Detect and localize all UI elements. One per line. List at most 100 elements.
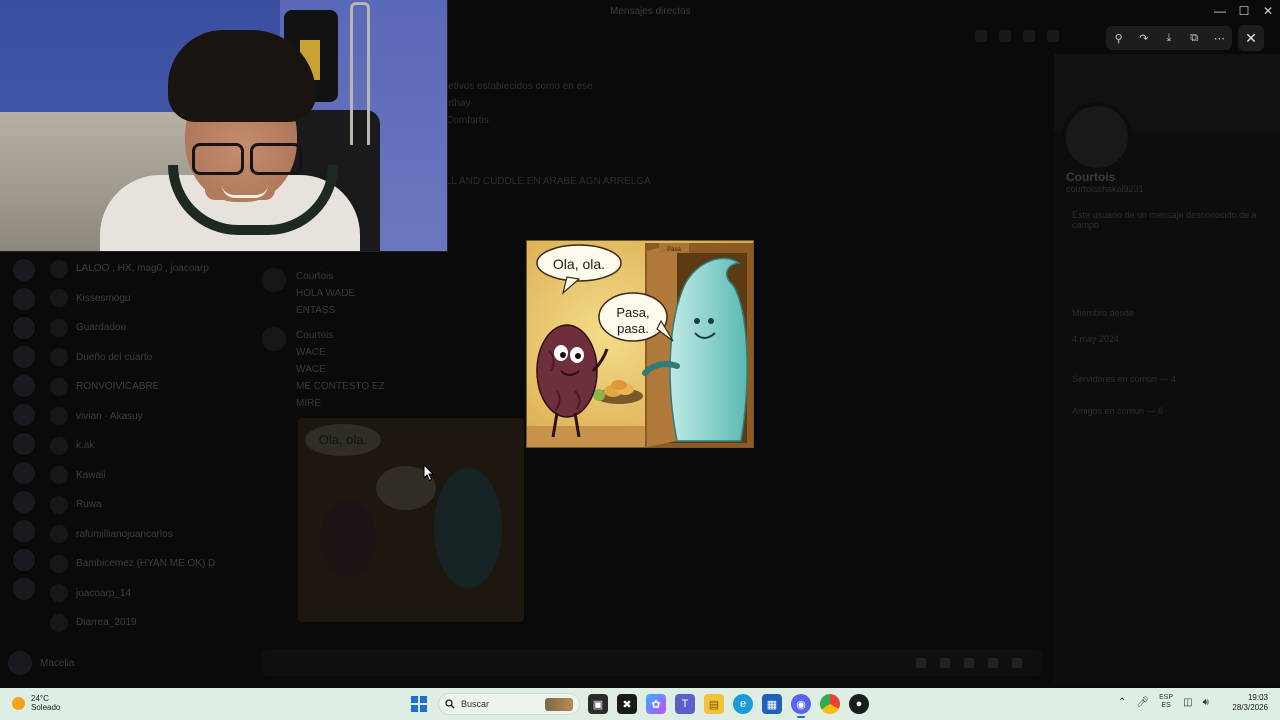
edge-icon[interactable]: e — [733, 694, 753, 714]
discord-icon[interactable]: ◉ — [791, 694, 811, 718]
dm-item[interactable]: Kawaii — [50, 461, 260, 491]
clock-time: 19:03 — [1247, 693, 1268, 702]
server-icon[interactable] — [13, 462, 35, 484]
dm-item[interactable]: joacoarp_14 — [50, 579, 260, 609]
server-icon[interactable] — [13, 549, 35, 571]
weather-desc: Soleado — [31, 703, 61, 712]
sticker-icon[interactable] — [964, 658, 974, 668]
dm-item[interactable]: Ruwa — [50, 490, 260, 520]
profile-handle: courtoisshakal9231 — [1066, 184, 1144, 194]
avatar[interactable] — [262, 327, 286, 351]
system-tray: ⌃ 🎤︎ ESP ES ◫ 🔊︎ — [1118, 694, 1209, 710]
chat-history-top: jetivos establecidos como en ese irthay … — [446, 81, 651, 187]
clock[interactable]: 19:03 28/3/2026 — [1226, 693, 1268, 713]
mouse-cursor-icon — [423, 464, 435, 482]
task-view-icon[interactable]: ▣ — [588, 694, 608, 714]
call-icon[interactable] — [975, 30, 987, 42]
avatar — [50, 377, 68, 396]
dm-item[interactable]: Dueño del cuarto — [50, 343, 260, 373]
server-icon[interactable] — [13, 259, 35, 281]
dm-item[interactable]: vivian · Akasuy — [50, 402, 260, 432]
dm-item[interactable]: Kissesmogu — [50, 284, 260, 314]
zoom-in-icon[interactable]: ⚲ — [1111, 32, 1127, 45]
server-icon[interactable] — [13, 346, 35, 368]
avatar — [50, 407, 68, 426]
user-bar: Macelia — [8, 648, 258, 678]
emoji-icon[interactable] — [988, 658, 998, 668]
avatar — [50, 584, 68, 603]
profile-name: Courtois — [1066, 170, 1116, 184]
apps-icon[interactable] — [1012, 658, 1022, 668]
server-icon[interactable] — [13, 433, 35, 455]
teams-icon[interactable]: T — [675, 694, 695, 714]
gift-icon[interactable] — [916, 658, 926, 668]
crutch — [350, 2, 370, 145]
close-icon[interactable]: ✕ — [1238, 25, 1264, 51]
window-close-button[interactable]: ✕ — [1256, 0, 1280, 22]
dm-list: LALOO , HX, mag0 , joacoarp Kissesmogu G… — [50, 254, 260, 638]
search-highlight-image — [545, 698, 573, 711]
server-icon[interactable] — [13, 375, 35, 397]
door-sign: Pasa — [667, 247, 681, 253]
weather-temp: 24°C — [31, 694, 49, 703]
network-icon[interactable]: ◫ — [1183, 697, 1192, 708]
forward-icon[interactable]: ↷ — [1136, 32, 1152, 45]
message: Courtois HOLA WADE ENTASS — [262, 268, 522, 319]
speech-bubble-left: Ola, ola. — [553, 256, 605, 272]
dm-item[interactable]: Guardadoo — [50, 313, 260, 343]
username: Macelia — [40, 657, 75, 669]
taskbar: 24°C Soleado Buscar ▣ ✖ ✿ T ▤ e ▦ ◉ ● ⌃ … — [0, 688, 1280, 720]
avatar — [50, 318, 68, 337]
more-icon[interactable]: ⋯ — [1211, 32, 1227, 45]
mutual-servers[interactable]: Servidores en común — 4 — [1072, 374, 1176, 384]
maximize-button[interactable]: ☐ — [1232, 0, 1256, 22]
server-icon[interactable] — [13, 520, 35, 542]
minimize-button[interactable]: — — [1208, 0, 1232, 22]
avatar[interactable] — [8, 651, 32, 675]
weather-widget[interactable]: 24°C Soleado — [12, 694, 60, 712]
copilot-icon[interactable]: ✿ — [646, 694, 666, 714]
store-icon[interactable]: ▦ — [762, 694, 782, 714]
mutual-friends[interactable]: Amigos en común — 6 — [1072, 406, 1163, 416]
file-explorer-icon[interactable]: ▤ — [704, 694, 724, 714]
gif-icon[interactable] — [940, 658, 950, 668]
message-author[interactable]: Courtois — [296, 327, 385, 344]
avatar — [50, 348, 68, 367]
video-icon[interactable] — [999, 30, 1011, 42]
download-icon[interactable]: ⤓ — [1161, 32, 1177, 45]
windows-start-icon[interactable] — [411, 696, 427, 712]
server-icon[interactable] — [13, 578, 35, 600]
dm-item[interactable]: Diarrea_2019 — [50, 608, 260, 638]
dm-item[interactable]: RONVOIVICABRE — [50, 372, 260, 402]
image-viewer-toolbar: ⚲ ↷ ⤓ ⧉ ⋯ — [1106, 26, 1232, 50]
avatar — [50, 289, 68, 308]
dm-item[interactable]: Bambicemez (HYAN ME OK) D — [50, 549, 260, 579]
add-member-icon[interactable] — [1047, 30, 1059, 42]
avatar[interactable] — [262, 268, 286, 292]
dm-item[interactable]: rafumillianojuancarlos — [50, 520, 260, 550]
microphone-icon[interactable]: 🎤︎ — [1136, 697, 1149, 708]
dm-item[interactable]: k.ak — [50, 431, 260, 461]
server-icon[interactable] — [13, 317, 35, 339]
message-image-thumbnail[interactable]: Ola, ola. — [298, 418, 524, 622]
avatar — [50, 525, 68, 544]
pin-icon[interactable] — [1023, 30, 1035, 42]
server-icon[interactable] — [13, 404, 35, 426]
volume-icon[interactable]: 🔊︎ — [1203, 697, 1209, 708]
language-indicator[interactable]: ESP ES — [1159, 694, 1173, 710]
taskbar-search[interactable]: Buscar — [438, 693, 580, 715]
message-author[interactable]: Courtois — [296, 268, 355, 285]
server-rail — [0, 252, 48, 682]
webcam-overlay — [0, 0, 448, 252]
profile-avatar[interactable] — [1062, 102, 1132, 172]
chrome-icon[interactable] — [820, 694, 840, 714]
avatar — [50, 613, 68, 632]
server-icon[interactable] — [13, 288, 35, 310]
svg-text:Ola, ola.: Ola, ola. — [319, 432, 367, 447]
dm-item[interactable]: LALOO , HX, mag0 , joacoarp — [50, 254, 260, 284]
capcut-icon[interactable]: ✖ — [617, 694, 637, 714]
chevron-up-icon[interactable]: ⌃ — [1118, 697, 1126, 708]
open-external-icon[interactable]: ⧉ — [1186, 32, 1202, 45]
server-icon[interactable] — [13, 491, 35, 513]
obs-icon[interactable]: ● — [849, 694, 869, 714]
